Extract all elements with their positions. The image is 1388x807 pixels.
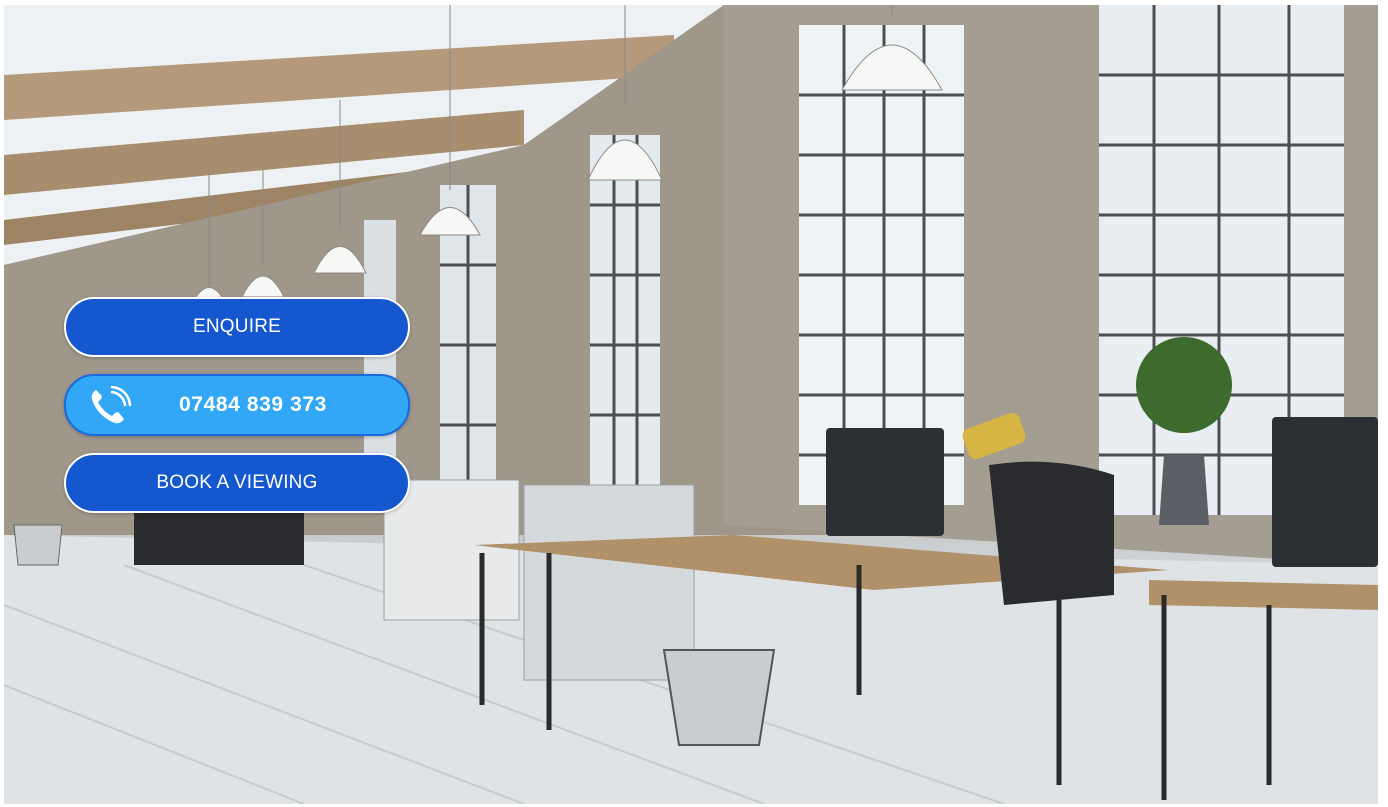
enquire-button[interactable]: ENQUIRE — [64, 297, 410, 357]
enquire-button-label: ENQUIRE — [193, 316, 281, 337]
book-viewing-button-label: BOOK A VIEWING — [156, 472, 318, 493]
call-phone-button[interactable]: 07484 839 373 — [64, 374, 410, 436]
phone-handset-icon — [88, 385, 134, 428]
phone-number-label: 07484 839 373 — [179, 393, 327, 416]
book-viewing-button[interactable]: BOOK A VIEWING — [64, 453, 410, 513]
